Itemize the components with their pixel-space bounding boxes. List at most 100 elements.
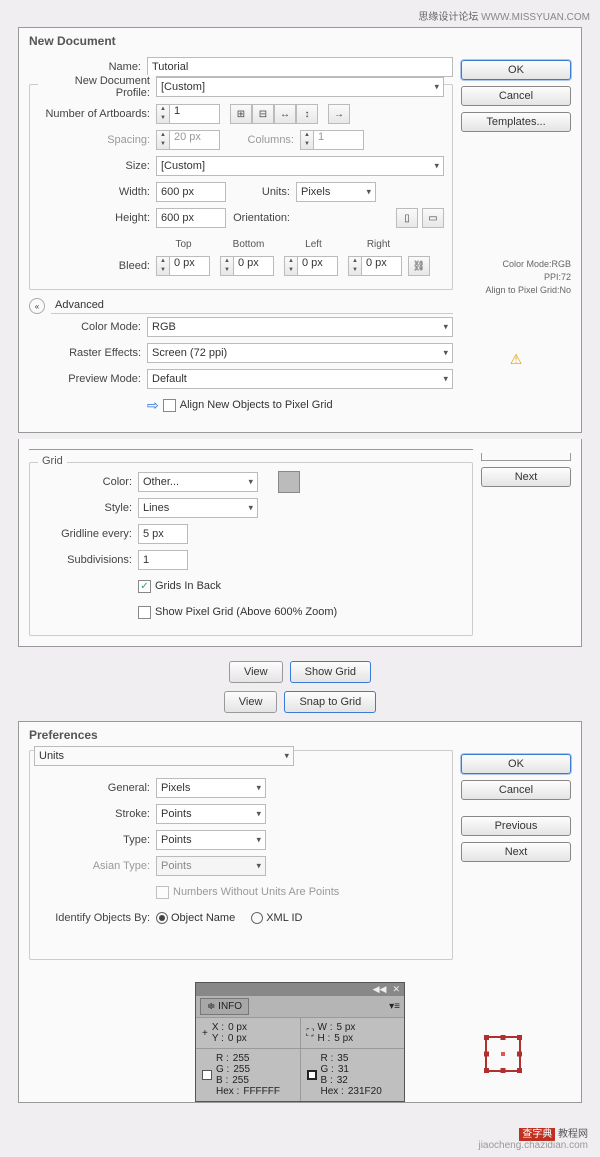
link-bleed-icon[interactable]: ⛓ — [408, 256, 430, 276]
advanced-label: Advanced — [51, 299, 108, 311]
bleed-right-spinner[interactable]: ▲▼0 px — [348, 256, 402, 276]
prefs-ok-button[interactable]: OK — [461, 754, 571, 774]
orientation-label: Orientation: — [226, 212, 296, 224]
hint-arrow-icon: ⇨ — [147, 397, 159, 414]
landscape-icon[interactable]: ▭ — [422, 208, 444, 228]
info-collapse-icon[interactable]: ◀◀ — [373, 984, 387, 995]
grid-next-button[interactable]: Next — [481, 467, 571, 487]
stroke-select[interactable]: Points — [156, 804, 266, 824]
templates-button[interactable]: Templates... — [461, 112, 571, 132]
show-pixel-grid-checkbox[interactable] — [138, 606, 151, 619]
advanced-collapse-icon[interactable]: « — [29, 298, 45, 314]
raster-select[interactable]: Screen (72 ppi) — [147, 343, 453, 363]
snap-grid-menu-item[interactable]: Snap to Grid — [284, 691, 376, 713]
columns-spinner: ▲▼ 1 — [300, 130, 364, 150]
preferences-dialog: Preferences Units General: Pixels Stroke… — [18, 721, 582, 1103]
warning-icon: ⚠ — [510, 351, 523, 367]
type-select[interactable]: Points — [156, 830, 266, 850]
meta-align: Align to Pixel Grid:No — [461, 284, 571, 297]
info-tab: ≑ INFO — [200, 998, 249, 1015]
profile-select[interactable]: [Custom] — [156, 77, 444, 97]
profile-label: New Document Profile: — [38, 75, 156, 99]
dimensions-icon: ⛶ — [307, 1028, 314, 1039]
show-grid-menu-item[interactable]: Show Grid — [290, 661, 371, 683]
name-input[interactable]: Tutorial — [147, 57, 453, 77]
align-pixel-label: Align New Objects to Pixel Grid — [180, 399, 333, 411]
grids-back-label: Grids In Back — [155, 580, 221, 592]
cancel-button[interactable]: Cancel — [461, 86, 571, 106]
subdivisions-input[interactable]: 1 — [138, 550, 188, 570]
numbers-label: Numbers Without Units Are Points — [173, 886, 339, 898]
grid-style-select[interactable]: Lines — [138, 498, 258, 518]
stroke-swatch-icon — [307, 1070, 317, 1080]
shape-preview — [485, 1036, 521, 1072]
align-pixel-checkbox[interactable] — [163, 399, 176, 412]
show-pixel-grid-label: Show Pixel Grid (Above 600% Zoom) — [155, 606, 337, 618]
preview-label: Preview Mode: — [47, 373, 147, 385]
prefs-cancel-button[interactable]: Cancel — [461, 780, 571, 800]
view-menu-2[interactable]: View — [224, 691, 278, 713]
general-label: General: — [38, 782, 156, 794]
grid-color-select[interactable]: Other... — [138, 472, 258, 492]
color-mode-label: Color Mode: — [47, 321, 147, 333]
grid-color-swatch[interactable] — [278, 471, 300, 493]
bleed-bottom-label: Bottom — [221, 239, 276, 250]
units-select[interactable]: Pixels — [296, 182, 376, 202]
arrange-grid-row-icon[interactable]: ⊞ — [230, 104, 252, 124]
footer-url: jiaocheng.chazidian.com — [478, 1140, 588, 1151]
numbers-checkbox — [156, 886, 169, 899]
grids-back-checkbox[interactable]: ✓ — [138, 580, 151, 593]
ok-button[interactable]: OK — [461, 60, 571, 80]
watermark-cn: 思缘设计论坛 — [418, 12, 478, 23]
watermark-url: WWW.MISSYUAN.COM — [481, 12, 590, 23]
general-select[interactable]: Pixels — [156, 778, 266, 798]
arrange-grid-col-icon[interactable]: ⊟ — [252, 104, 274, 124]
object-name-label: Object Name — [171, 912, 235, 924]
info-close-icon[interactable]: ✕ — [392, 984, 400, 995]
color-mode-select[interactable]: RGB — [147, 317, 453, 337]
prefs-next-button[interactable]: Next — [461, 842, 571, 862]
watermark-top: 思缘设计论坛 WWW.MISSYUAN.COM — [0, 0, 600, 27]
info-menu-icon[interactable]: ▾≡ — [389, 1001, 400, 1012]
artboards-spinner[interactable]: ▲▼ 1 — [156, 104, 220, 124]
spacing-spinner: ▲▼ 20 px — [156, 130, 220, 150]
menu-hint-show-grid: View Show Grid — [0, 661, 600, 683]
asian-type-select: Points — [156, 856, 266, 876]
bleed-bottom-spinner[interactable]: ▲▼0 px — [220, 256, 274, 276]
raster-label: Raster Effects: — [47, 347, 147, 359]
meta-ppi: PPI:72 — [461, 271, 571, 284]
asian-type-label: Asian Type: — [38, 860, 156, 872]
gridline-every-label: Gridline every: — [38, 528, 138, 540]
menu-hint-snap-grid: View Snap to Grid — [0, 691, 600, 713]
size-select[interactable]: [Custom] — [156, 156, 444, 176]
artboards-label: Number of Artboards: — [38, 108, 156, 120]
bleed-top-label: Top — [156, 239, 211, 250]
xml-id-radio[interactable] — [251, 912, 263, 924]
bleed-left-spinner[interactable]: ▲▼0 px — [284, 256, 338, 276]
cursor-icon: + — [202, 1028, 208, 1039]
arrange-row-icon[interactable]: ↔ — [274, 104, 296, 124]
object-name-radio[interactable] — [156, 912, 168, 924]
gridline-every-input[interactable]: 5 px — [138, 524, 188, 544]
bleed-left-label: Left — [286, 239, 341, 250]
arrange-col-icon[interactable]: ↕ — [296, 104, 318, 124]
bleed-top-spinner[interactable]: ▲▼0 px — [156, 256, 210, 276]
height-input[interactable]: 600 px — [156, 208, 226, 228]
size-label: Size: — [38, 160, 156, 172]
prefs-section-select[interactable]: Units — [34, 746, 294, 766]
width-input[interactable]: 600 px — [156, 182, 226, 202]
prefs-previous-button[interactable]: Previous — [461, 816, 571, 836]
portrait-icon[interactable]: ▯ — [396, 208, 418, 228]
bleed-label: Bleed: — [38, 260, 156, 272]
xml-id-label: XML ID — [266, 912, 302, 924]
columns-label: Columns: — [220, 134, 300, 146]
rtl-icon[interactable]: → — [328, 104, 350, 124]
footer-watermark: 查字典 教程网 jiaocheng.chazidian.com — [0, 1109, 600, 1157]
fill-swatch-icon — [202, 1070, 212, 1080]
grid-legend: Grid — [38, 455, 67, 467]
width-label: Width: — [38, 186, 156, 198]
bleed-right-label: Right — [351, 239, 406, 250]
grid-style-label: Style: — [38, 502, 138, 514]
view-menu-1[interactable]: View — [229, 661, 283, 683]
preview-select[interactable]: Default — [147, 369, 453, 389]
